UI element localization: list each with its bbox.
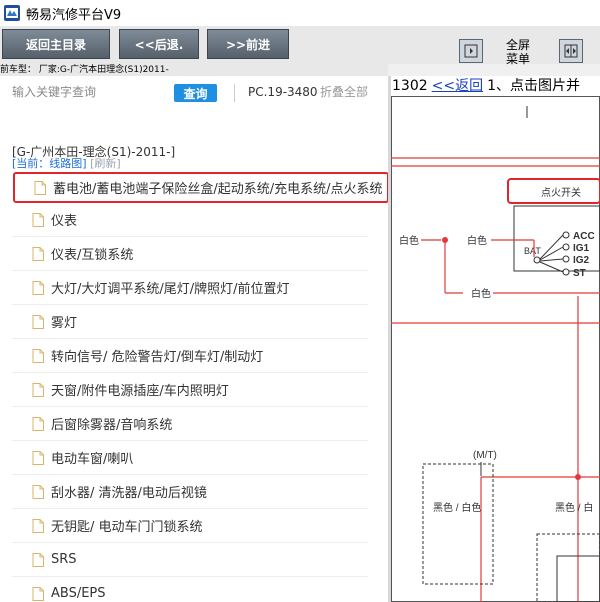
list-item[interactable]: 后窗除雾器/音响系统 bbox=[12, 407, 368, 441]
diagram-header: 1302 <<返回 1、点击图片并 bbox=[391, 76, 600, 96]
list-item[interactable]: 仪表/互锁系统 bbox=[12, 237, 368, 271]
document-icon bbox=[32, 314, 44, 329]
document-icon bbox=[32, 450, 44, 465]
forward-button[interactable]: >>前进 bbox=[207, 29, 289, 59]
terminal-bat bbox=[533, 256, 541, 264]
document-icon bbox=[32, 518, 44, 533]
home-button[interactable]: 返回主目录 bbox=[2, 29, 110, 59]
collapse-all-link[interactable]: 折叠全部 bbox=[320, 84, 368, 100]
terminal-st bbox=[562, 268, 570, 276]
circuit-list: 蓄电池/蓄电池端子保险丝盒/起动系统/充电系统/点火系统 仪表 仪表/互锁系统 … bbox=[12, 172, 389, 602]
list-item-label: ABS/EPS bbox=[51, 586, 106, 601]
terminal-ig1 bbox=[562, 243, 570, 251]
st-label: ST bbox=[573, 268, 586, 279]
document-icon bbox=[32, 416, 44, 431]
document-icon bbox=[32, 484, 44, 499]
list-item-label: 后窗除雾器/音响系统 bbox=[51, 418, 173, 433]
current-path: [当前：线路图] bbox=[12, 157, 87, 170]
wire-color-label: 白色 bbox=[471, 287, 491, 300]
list-item-label: 仪表 bbox=[51, 214, 78, 229]
list-item[interactable]: SRS bbox=[12, 543, 368, 577]
list-item[interactable]: 大灯/大灯调平系统/尾灯/牌照灯/前位置灯 bbox=[12, 271, 368, 305]
wire-color-label: 黑色 / 白 bbox=[555, 501, 593, 514]
return-link[interactable]: <<返回 bbox=[432, 78, 483, 94]
list-item[interactable]: 电动车窗/喇叭 bbox=[12, 441, 368, 475]
separator bbox=[234, 84, 235, 102]
query-button[interactable]: 查询 bbox=[174, 84, 217, 102]
app-logo-icon bbox=[4, 5, 20, 21]
list-item-label: SRS bbox=[51, 552, 77, 567]
document-icon bbox=[34, 180, 46, 195]
ig1-label: IG1 bbox=[573, 243, 590, 254]
collapse-left-icon[interactable] bbox=[459, 39, 483, 63]
title-bar: 畅易汽修平台V9 bbox=[0, 0, 600, 26]
left-panel: 查询 PC.19-3480 折叠全部 [G-广州本田-理念(S1)-2011-]… bbox=[0, 76, 389, 602]
split-view-icon[interactable] bbox=[559, 39, 583, 63]
vehicle-info-strip: 前车型： 厂家:G-广汽本田理念(S1)2011- bbox=[0, 64, 388, 76]
search-input[interactable] bbox=[12, 82, 162, 102]
wire-color-label: 白色 bbox=[399, 234, 419, 247]
document-icon bbox=[32, 212, 44, 227]
list-item[interactable]: 无钥匙/ 电动车门门锁系统 bbox=[12, 509, 368, 543]
wiring-diagram[interactable]: 点火开关 BAT ACC IG1 IG2 ST 白色 白色 白色 (M/T) 黑… bbox=[391, 96, 600, 602]
document-icon bbox=[32, 348, 44, 363]
diagram-caption: 1、点击图片并 bbox=[487, 78, 581, 94]
list-item[interactable]: 雾灯 bbox=[12, 305, 368, 339]
mt-label: (M/T) bbox=[473, 450, 497, 461]
list-item[interactable]: 刮水器/ 清洗器/电动后视镜 bbox=[12, 475, 368, 509]
list-item-label: 雾灯 bbox=[51, 316, 78, 331]
list-item-label: 天窗/附件电源插座/车内照明灯 bbox=[51, 384, 229, 399]
bat-label: BAT bbox=[524, 246, 541, 256]
list-item-selected[interactable]: 蓄电池/蓄电池端子保险丝盒/起动系统/充电系统/点火系统 bbox=[13, 172, 389, 203]
list-item-label: 蓄电池/蓄电池端子保险丝盒/起动系统/充电系统/点火系统 bbox=[53, 182, 383, 197]
tree-current-line: [当前：线路图] [刷新] bbox=[12, 158, 121, 170]
list-item[interactable]: 转向信号/ 危险警告灯/倒车灯/制动灯 bbox=[12, 339, 368, 373]
document-icon bbox=[32, 246, 44, 261]
list-item[interactable]: ABS/EPS bbox=[12, 577, 368, 602]
fullscreen-menu-label[interactable]: 全屏 菜单 bbox=[501, 38, 535, 66]
list-item-label: 无钥匙/ 电动车门门锁系统 bbox=[51, 520, 203, 535]
window-title: 畅易汽修平台V9 bbox=[26, 7, 122, 23]
list-item-label: 转向信号/ 危险警告灯/倒车灯/制动灯 bbox=[51, 350, 264, 365]
right-panel: 1302 <<返回 1、点击图片并 点火开关 BAT ACC IG1 IG2 ST bbox=[391, 76, 600, 602]
pc-code: PC.19-3480 bbox=[248, 85, 318, 99]
document-icon bbox=[32, 586, 44, 601]
list-item-label: 电动车窗/喇叭 bbox=[51, 452, 134, 467]
search-row: 查询 PC.19-3480 折叠全部 bbox=[0, 76, 388, 106]
terminal-ig2 bbox=[562, 255, 570, 263]
list-item[interactable]: 天窗/附件电源插座/车内照明灯 bbox=[12, 373, 368, 407]
switch-label: 点火开关 bbox=[541, 186, 581, 199]
acc-label: ACC bbox=[573, 231, 595, 242]
document-icon bbox=[32, 552, 44, 567]
document-icon bbox=[32, 382, 44, 397]
page-number: 1302 bbox=[392, 78, 428, 94]
toolbar: 返回主目录 <<后退. >>前进 全屏 菜单 bbox=[0, 26, 600, 66]
list-item-label: 仪表/互锁系统 bbox=[51, 248, 134, 263]
list-item-label: 大灯/大灯调平系统/尾灯/牌照灯/前位置灯 bbox=[51, 282, 290, 297]
refresh-link[interactable]: [刷新] bbox=[90, 157, 121, 170]
wire-color-label: 白色 bbox=[467, 234, 487, 247]
terminal-acc bbox=[562, 231, 570, 239]
document-icon bbox=[32, 280, 44, 295]
list-item[interactable]: 仪表 bbox=[12, 203, 368, 237]
back-button[interactable]: <<后退. bbox=[119, 29, 199, 59]
diagram-frame bbox=[391, 96, 600, 602]
list-item-label: 刮水器/ 清洗器/电动后视镜 bbox=[51, 486, 207, 501]
ig2-label: IG2 bbox=[573, 255, 590, 266]
wire-color-label: 黑色 / 白色 bbox=[433, 501, 481, 514]
